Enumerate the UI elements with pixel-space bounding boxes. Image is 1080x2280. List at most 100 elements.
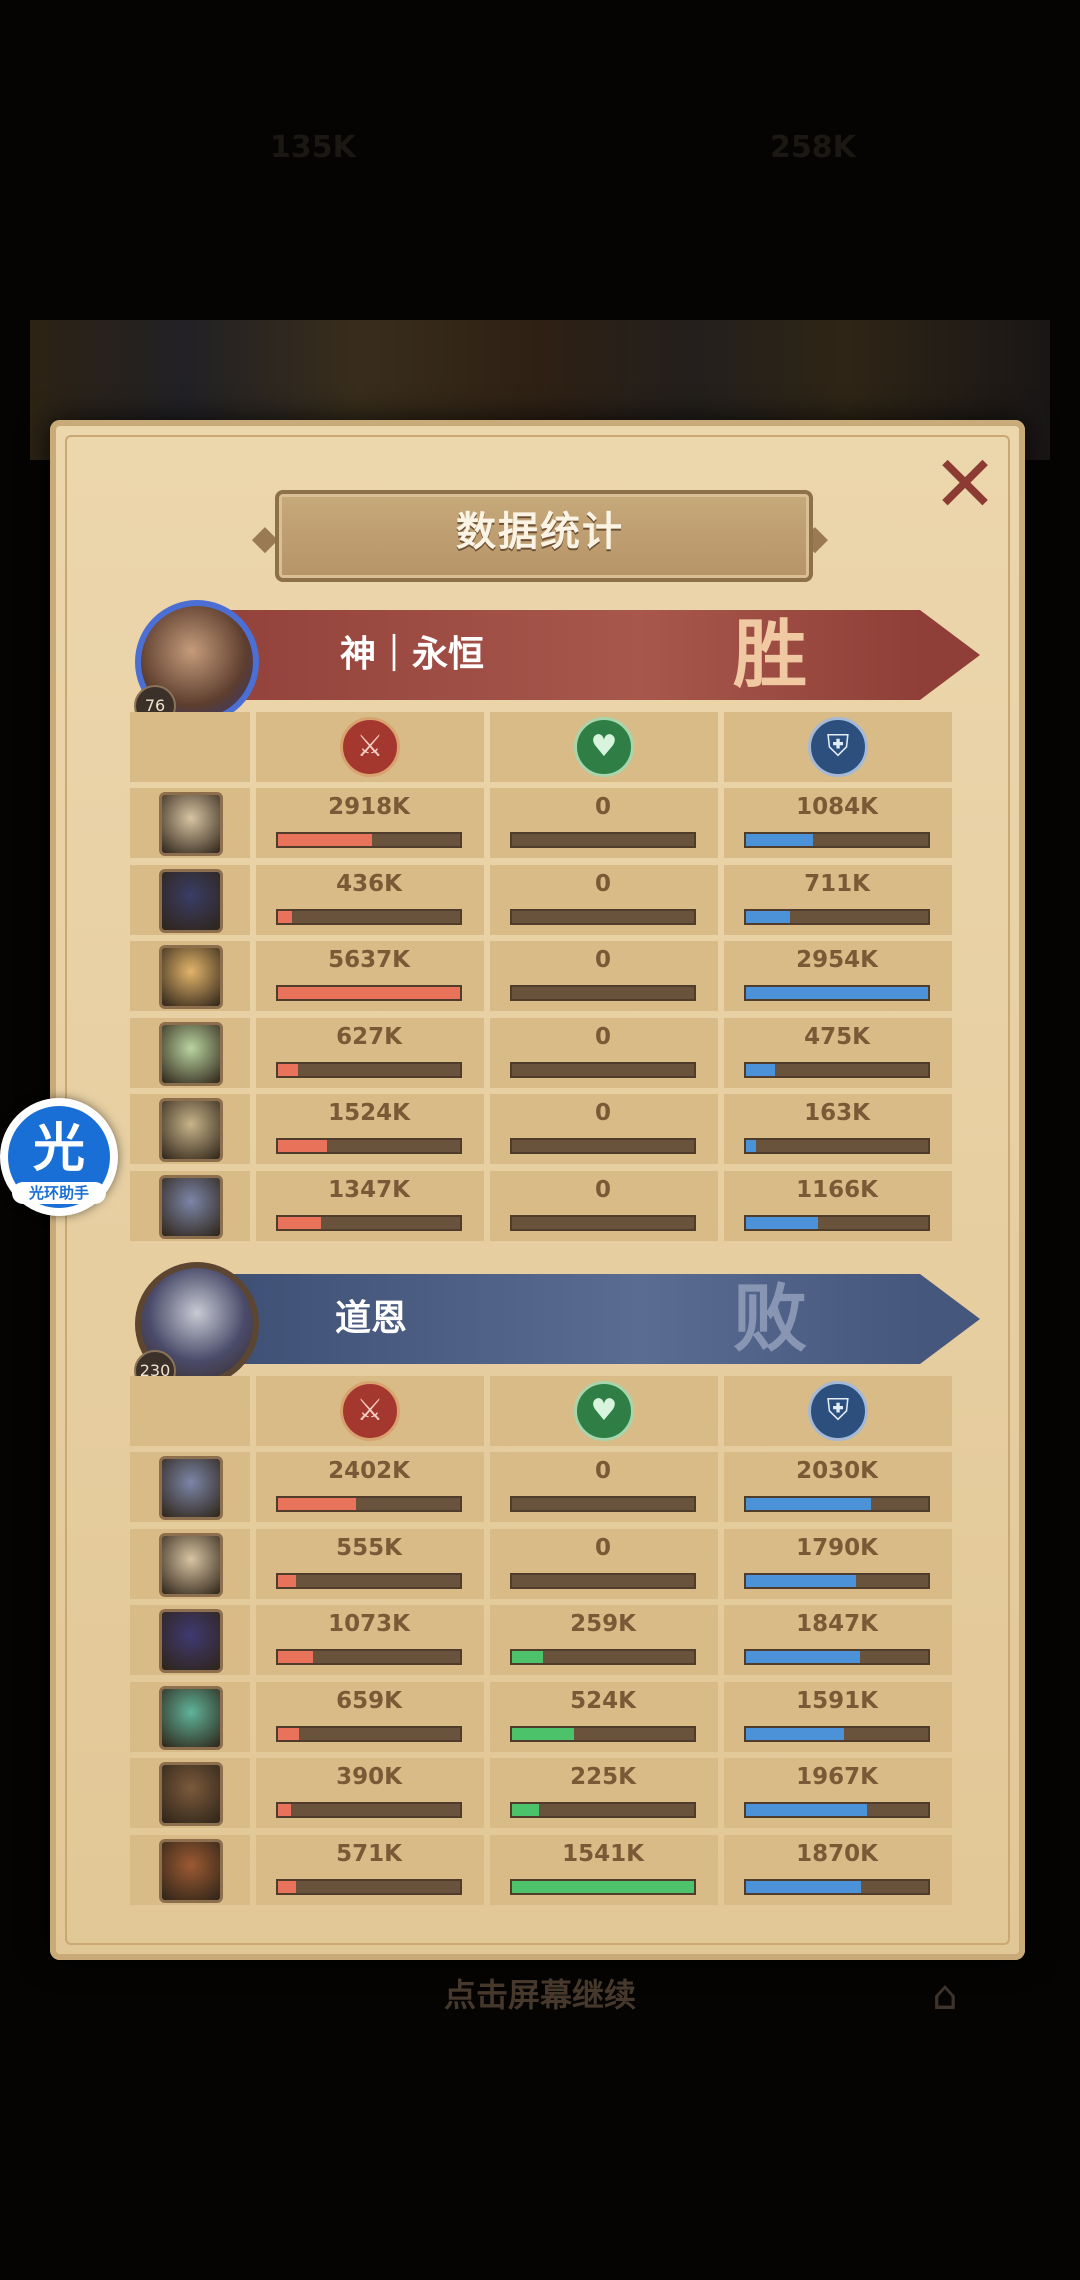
heal-stat: 0 bbox=[510, 1100, 696, 1168]
hero-portrait[interactable] bbox=[159, 1839, 223, 1903]
shield-bar-fill bbox=[746, 834, 813, 846]
shield-value: 1790K bbox=[796, 1535, 878, 1561]
heal-stat: 0 bbox=[510, 1024, 696, 1092]
shield-bar bbox=[744, 1802, 930, 1818]
damage-value: 627K bbox=[336, 1024, 402, 1050]
damage-bar bbox=[276, 1802, 462, 1818]
hero-portrait[interactable] bbox=[159, 792, 223, 856]
heal-bar bbox=[510, 1062, 696, 1078]
shield-value: 1847K bbox=[796, 1611, 878, 1637]
damage-stat: 1073K bbox=[276, 1611, 462, 1679]
heal-bar bbox=[510, 1496, 696, 1512]
hero-portrait[interactable] bbox=[159, 1533, 223, 1597]
result-win-badge: 胜 bbox=[733, 612, 807, 698]
damage-bar bbox=[276, 1573, 462, 1589]
heal-bar bbox=[510, 1649, 696, 1665]
damage-bar-fill bbox=[278, 1575, 296, 1587]
damage-stat: 5637K bbox=[276, 947, 462, 1015]
heal-value: 0 bbox=[594, 1024, 611, 1050]
damage-bar bbox=[276, 1496, 462, 1512]
heal-bar-fill bbox=[512, 1651, 543, 1663]
shield-stat: 2030K bbox=[744, 1458, 930, 1526]
banner-tail bbox=[920, 610, 980, 700]
heal-bar-fill bbox=[512, 1804, 539, 1816]
heal-value: 0 bbox=[594, 947, 611, 973]
heal-bar bbox=[510, 985, 696, 1001]
damage-value: 436K bbox=[336, 871, 402, 897]
assistant-floating-button[interactable]: 光 光环助手 bbox=[0, 1098, 118, 1216]
shield-bar-fill bbox=[746, 1881, 862, 1893]
damage-value: 2918K bbox=[328, 794, 410, 820]
damage-value: 2402K bbox=[328, 1458, 410, 1484]
header-empty-cell bbox=[130, 712, 250, 782]
shield-bar-fill bbox=[746, 1728, 845, 1740]
shield-stat: 711K bbox=[744, 871, 930, 939]
dialog-title: 数据统计 bbox=[456, 509, 624, 555]
shield-stat: 1591K bbox=[744, 1688, 930, 1756]
damage-value: 571K bbox=[336, 1841, 402, 1867]
shield-bar-fill bbox=[746, 1217, 818, 1229]
hero-portrait[interactable] bbox=[159, 1098, 223, 1162]
heal-stat: 0 bbox=[510, 947, 696, 1015]
damage-value: 390K bbox=[336, 1764, 402, 1790]
damage-bar-fill bbox=[278, 987, 460, 999]
team-name: 道恩 bbox=[335, 1298, 408, 1339]
damage-bar-fill bbox=[278, 1881, 297, 1893]
heal-bar-fill bbox=[512, 1881, 694, 1893]
banner-tail bbox=[920, 1274, 980, 1364]
hero-portrait[interactable] bbox=[159, 1686, 223, 1750]
heal-stat: 0 bbox=[510, 794, 696, 862]
damage-bar bbox=[276, 1215, 462, 1231]
shield-bar-fill bbox=[746, 1140, 756, 1152]
damage-stat: 436K bbox=[276, 871, 462, 939]
heal-stat: 524K bbox=[510, 1688, 696, 1756]
heal-bar bbox=[510, 1802, 696, 1818]
damage-bar bbox=[276, 1649, 462, 1665]
hero-portrait[interactable] bbox=[159, 1609, 223, 1673]
damage-value: 1347K bbox=[328, 1177, 410, 1203]
hero-portrait[interactable] bbox=[159, 945, 223, 1009]
damage-value: 1524K bbox=[328, 1100, 410, 1126]
damage-stat: 1347K bbox=[276, 1177, 462, 1245]
heal-value: 225K bbox=[570, 1764, 636, 1790]
heal-value: 524K bbox=[570, 1688, 636, 1714]
heal-value: 0 bbox=[594, 1177, 611, 1203]
damage-bar bbox=[276, 909, 462, 925]
shield-bar bbox=[744, 1573, 930, 1589]
damage-bar-fill bbox=[278, 834, 373, 846]
shield-value: 475K bbox=[804, 1024, 870, 1050]
shield-bar bbox=[744, 1726, 930, 1742]
sword-icon: ⚔ bbox=[340, 717, 400, 777]
assistant-label: 光环助手 bbox=[12, 1182, 106, 1204]
close-icon[interactable]: ✕ bbox=[930, 446, 1000, 524]
heal-value: 0 bbox=[594, 1458, 611, 1484]
hero-portrait[interactable] bbox=[159, 1175, 223, 1239]
damage-bar-fill bbox=[278, 1651, 313, 1663]
damage-value: 555K bbox=[336, 1535, 402, 1561]
hero-portrait[interactable] bbox=[159, 1456, 223, 1520]
heal-value: 0 bbox=[594, 1535, 611, 1561]
team-name: 神｜永恒 bbox=[340, 634, 485, 675]
heal-bar bbox=[510, 1215, 696, 1231]
shield-stat: 1847K bbox=[744, 1611, 930, 1679]
damage-stat: 571K bbox=[276, 1841, 462, 1909]
shield-bar-fill bbox=[746, 1804, 868, 1816]
shield-bar bbox=[744, 1879, 930, 1895]
team-banner-loser: 道恩 败 bbox=[220, 1274, 980, 1364]
damage-bar-fill bbox=[278, 1140, 328, 1152]
heart-plus-icon: ♥ bbox=[574, 1381, 634, 1441]
damage-bar-fill bbox=[278, 1498, 356, 1510]
heal-value: 0 bbox=[594, 794, 611, 820]
hero-portrait[interactable] bbox=[159, 1022, 223, 1086]
shield-icon: ⛨ bbox=[808, 717, 868, 777]
castle-icon[interactable]: ⌂ bbox=[905, 1966, 985, 2026]
damage-bar bbox=[276, 1879, 462, 1895]
heal-bar bbox=[510, 1879, 696, 1895]
damage-stat: 659K bbox=[276, 1688, 462, 1756]
heal-value: 259K bbox=[570, 1611, 636, 1637]
hero-portrait[interactable] bbox=[159, 1762, 223, 1826]
hero-portrait[interactable] bbox=[159, 869, 223, 933]
damage-bar-fill bbox=[278, 1217, 322, 1229]
shield-value: 2030K bbox=[796, 1458, 878, 1484]
shield-bar bbox=[744, 1215, 930, 1231]
